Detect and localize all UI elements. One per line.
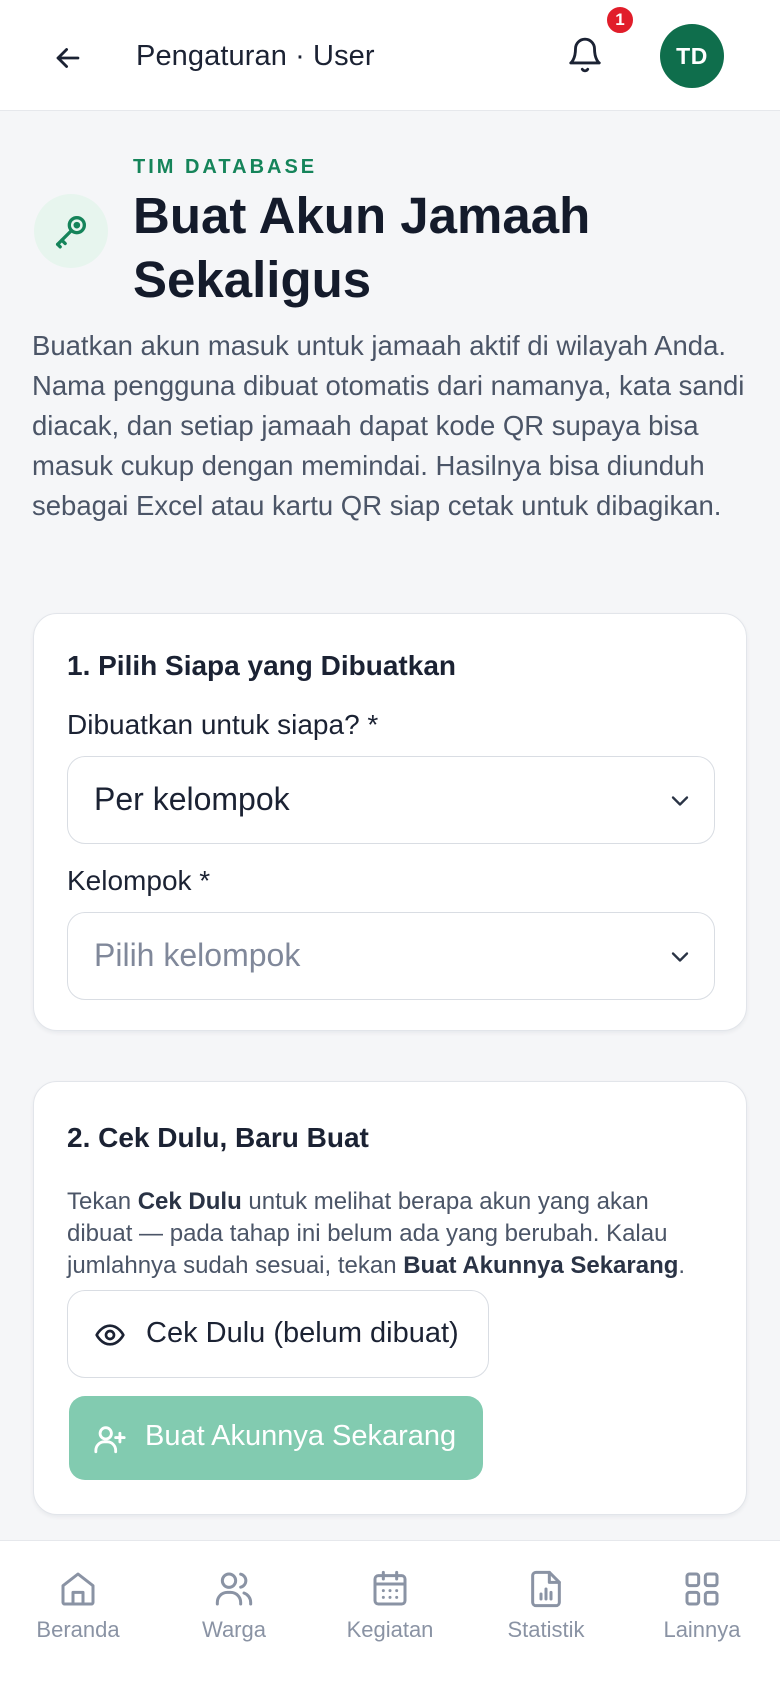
- calendar-icon: [373, 1570, 407, 1606]
- page-title-bar: Pengaturan · User: [136, 40, 375, 72]
- nav-label: Lainnya: [663, 1617, 741, 1642]
- step2-title: 2. Cek Dulu, Baru Buat: [67, 1122, 369, 1153]
- nav-label: Kegiatan: [346, 1617, 434, 1642]
- page-title: Buat Akun Jamaah Sekaligus: [133, 187, 591, 308]
- step2-card: 2. Cek Dulu, Baru Buat Tekan Cek Dulu un…: [33, 1081, 747, 1515]
- eye-icon: [95, 1324, 125, 1346]
- home-icon: [61, 1572, 95, 1606]
- back-button[interactable]: [44, 34, 92, 82]
- bottom-navigation: Beranda Warga Kegiatan Statistik Lainnya: [0, 1540, 780, 1688]
- notifications-button[interactable]: [560, 30, 610, 80]
- report-icon: [531, 1570, 561, 1608]
- help-text-bold: Cek Dulu: [137, 1188, 242, 1215]
- step2-help-text: Tekan Cek Dulu untuk melihat berapa akun…: [67, 1186, 717, 1282]
- preview-button[interactable]: Cek Dulu (belum dibuat): [67, 1290, 489, 1378]
- avatar[interactable]: TD: [660, 24, 724, 88]
- user-plus-icon: [94, 1426, 126, 1454]
- notification-badge: 1: [604, 4, 636, 36]
- bell-icon: [569, 37, 601, 73]
- step1-card: 1. Pilih Siapa yang Dibuatkan Dibuatkan …: [33, 613, 747, 1031]
- target-select[interactable]: Per kelompok: [67, 756, 715, 844]
- group-select[interactable]: Pilih kelompok: [67, 912, 715, 1000]
- step1-title: 1. Pilih Siapa yang Dibuatkan: [67, 650, 456, 681]
- group-select-placeholder: Pilih kelompok: [94, 937, 301, 973]
- create-accounts-button-label: Buat Akunnya Sekarang: [145, 1420, 457, 1452]
- nav-label: Beranda: [36, 1617, 120, 1642]
- create-accounts-button[interactable]: Buat Akunnya Sekarang: [69, 1396, 483, 1480]
- help-text-part: .: [678, 1252, 686, 1279]
- nav-item-warga[interactable]: Warga: [156, 1569, 312, 1665]
- hero-icon-badge: [34, 194, 108, 268]
- grid-icon: [685, 1572, 719, 1606]
- target-select-value: Per kelompok: [94, 781, 290, 817]
- chevron-down-icon: [671, 952, 689, 962]
- chevron-down-icon: [671, 796, 689, 806]
- nav-label: Warga: [202, 1617, 266, 1642]
- group-label: Kelompok *: [67, 865, 211, 896]
- users-icon: [215, 1572, 253, 1606]
- help-text-part: Tekan: [67, 1188, 138, 1215]
- arrow-left-icon: [56, 48, 80, 68]
- preview-button-label: Cek Dulu (belum dibuat): [146, 1317, 459, 1349]
- target-label: Dibuatkan untuk siapa? *: [67, 709, 379, 740]
- nav-label: Statistik: [507, 1617, 585, 1642]
- nav-item-statistik[interactable]: Statistik: [468, 1569, 624, 1665]
- section-eyebrow: TIM DATABASE: [133, 156, 318, 178]
- top-app-bar: Pengaturan · User 1 TD: [0, 0, 780, 111]
- help-text-bold: Buat Akunnya Sekarang: [403, 1252, 679, 1279]
- nav-item-kegiatan[interactable]: Kegiatan: [312, 1569, 468, 1665]
- key-icon: [56, 216, 87, 249]
- page-description: Buatkan akun masuk untuk jamaah aktif di…: [32, 330, 745, 521]
- nav-item-lainnya[interactable]: Lainnya: [624, 1569, 780, 1665]
- nav-item-beranda[interactable]: Beranda: [0, 1569, 156, 1665]
